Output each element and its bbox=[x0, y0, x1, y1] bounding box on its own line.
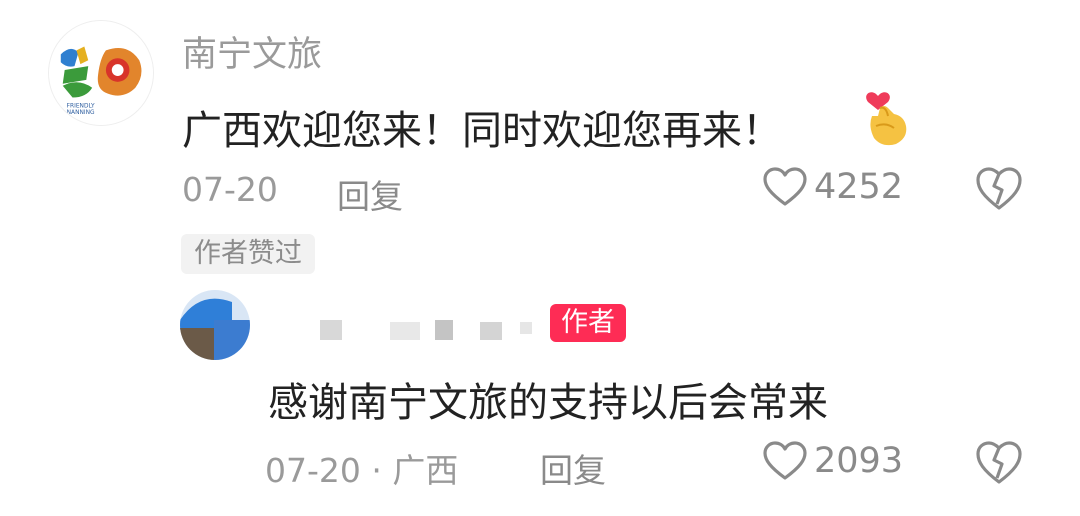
author-liked-badge: 作者赞过 bbox=[181, 234, 315, 274]
reply-button[interactable]: 回复 bbox=[540, 444, 606, 492]
broken-heart-icon[interactable] bbox=[974, 166, 1024, 212]
comment-author-name[interactable]: 南宁文旅 bbox=[182, 26, 322, 77]
comment-date: 07-20 bbox=[182, 170, 278, 209]
reply-button[interactable]: 回复 bbox=[337, 170, 403, 218]
finger-heart-emoji-icon bbox=[866, 92, 907, 146]
avatar[interactable]: FRIENDLY NANNING bbox=[48, 20, 154, 126]
reply-text: 感谢南宁文旅的支持以后会常来 bbox=[268, 380, 828, 426]
reply-avatar[interactable] bbox=[180, 290, 250, 360]
avatar-image-icon bbox=[180, 290, 250, 360]
blurred-username bbox=[320, 320, 532, 340]
comment-text: 广西欢迎您来！同时欢迎您再来！ bbox=[182, 108, 782, 154]
svg-text:FRIENDLY: FRIENDLY bbox=[67, 103, 95, 109]
svg-text:NANNING: NANNING bbox=[67, 110, 95, 116]
reply-date-location: 07-20 · 广西 bbox=[265, 451, 459, 490]
like-count: 4252 bbox=[814, 167, 904, 207]
like-button[interactable]: 4252 bbox=[762, 166, 903, 208]
heart-icon bbox=[763, 441, 807, 480]
heart-icon bbox=[763, 167, 807, 206]
nanning-tourism-logo-icon: FRIENDLY NANNING bbox=[49, 21, 153, 125]
like-button[interactable]: 2093 bbox=[762, 440, 903, 482]
author-tag: 作者 bbox=[550, 304, 626, 342]
broken-heart-icon[interactable] bbox=[974, 440, 1024, 486]
like-count: 2093 bbox=[814, 441, 904, 481]
